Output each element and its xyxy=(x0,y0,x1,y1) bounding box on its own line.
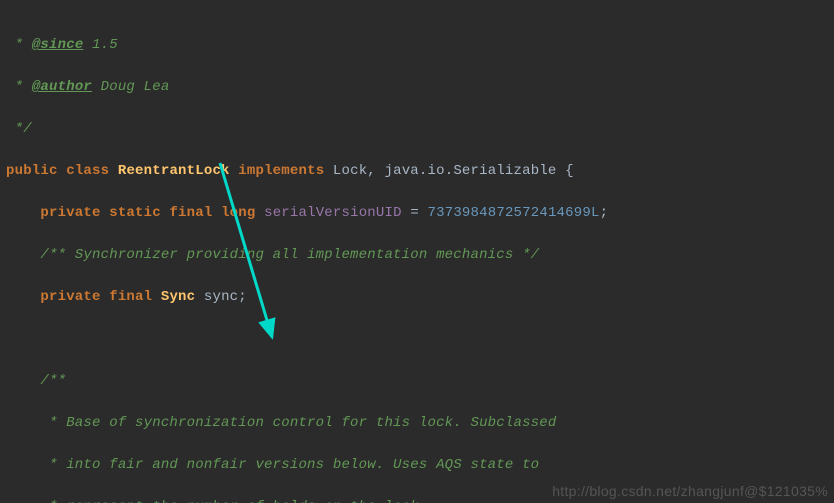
number-literal: 7373984872572414699L xyxy=(428,205,600,221)
code-line: */ xyxy=(6,116,834,142)
keyword: private xyxy=(40,205,100,221)
keyword: static xyxy=(109,205,161,221)
code-line: * into fair and nonfair versions below. … xyxy=(6,452,834,478)
field-name: serialVersionUID xyxy=(264,205,402,221)
comment-text: * xyxy=(6,37,32,53)
class-name: ReentrantLock xyxy=(118,163,230,179)
javadoc-tag: @since xyxy=(32,37,84,53)
code-line: * @author Doug Lea xyxy=(6,74,834,100)
code-line xyxy=(6,326,834,352)
keyword: implements xyxy=(238,163,324,179)
comment-text: Doug Lea xyxy=(92,79,169,95)
keyword: public xyxy=(6,163,58,179)
keyword: long xyxy=(221,205,255,221)
code-editor[interactable]: * @since 1.5 * @author Doug Lea */ publi… xyxy=(0,0,834,503)
comment-text: * Base of synchronization control for th… xyxy=(40,415,556,431)
type-name: Sync xyxy=(161,289,195,305)
semicolon: ; xyxy=(600,205,609,221)
comment-text: */ xyxy=(6,121,32,137)
comment-text: /** Synchronizer providing all implement… xyxy=(40,247,539,263)
comment-text: /** xyxy=(40,373,66,389)
comment-text: * xyxy=(6,79,32,95)
operator: = xyxy=(402,205,428,221)
comment-text: 1.5 xyxy=(83,37,117,53)
javadoc-tag: @author xyxy=(32,79,92,95)
code-line: private final Sync sync; xyxy=(6,284,834,310)
keyword: class xyxy=(66,163,109,179)
code-line: * @since 1.5 xyxy=(6,32,834,58)
comment-text: * represent the number of holds on the l… xyxy=(40,499,427,503)
plain-text: sync; xyxy=(195,289,247,305)
comment-text: * into fair and nonfair versions below. … xyxy=(40,457,539,473)
code-line: /** Synchronizer providing all implement… xyxy=(6,242,834,268)
code-line: * Base of synchronization control for th… xyxy=(6,410,834,436)
watermark-text: http://blog.csdn.net/zhangjunf@$121035% xyxy=(552,483,828,499)
keyword: final xyxy=(169,205,212,221)
code-line: private static final long serialVersionU… xyxy=(6,200,834,226)
code-line: /** xyxy=(6,368,834,394)
plain-text: Lock, java.io.Serializable { xyxy=(324,163,573,179)
keyword: final xyxy=(109,289,152,305)
keyword: private xyxy=(40,289,100,305)
code-line: public class ReentrantLock implements Lo… xyxy=(6,158,834,184)
